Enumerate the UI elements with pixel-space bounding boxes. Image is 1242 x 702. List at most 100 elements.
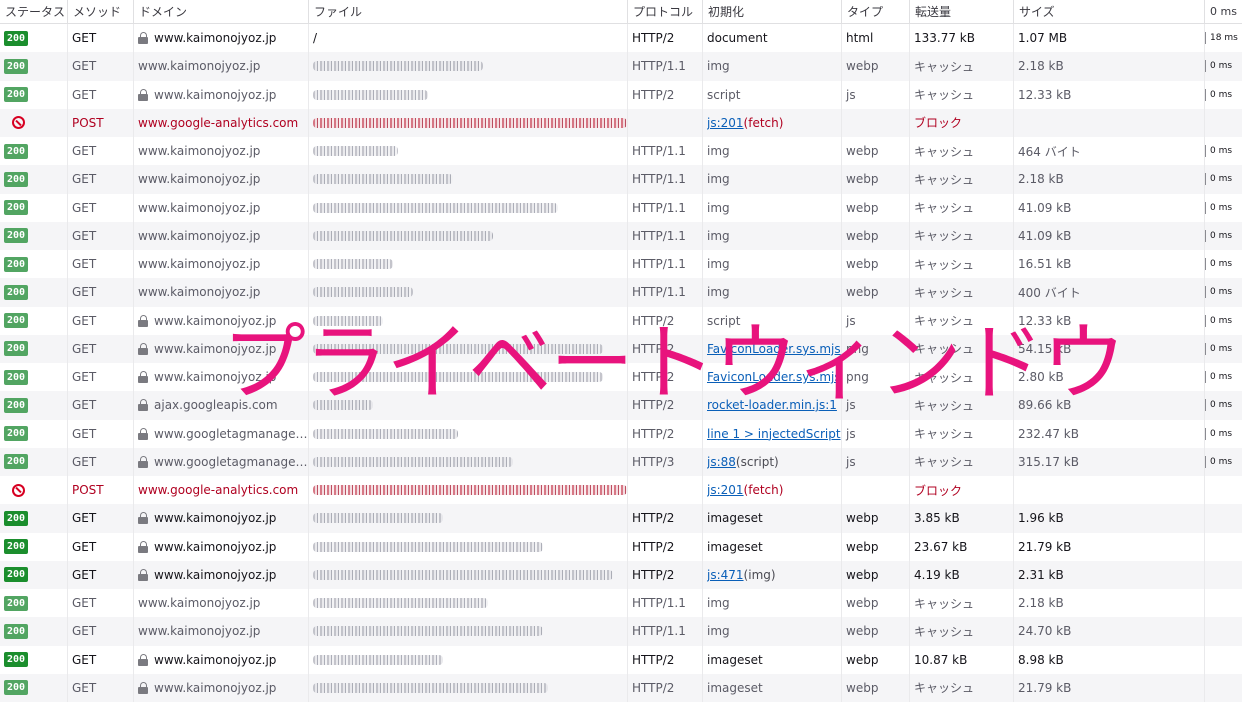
method-cell: GET [67, 532, 133, 561]
redacted-filename [313, 287, 413, 298]
timeline-cell: 0 ms [1204, 52, 1242, 81]
table-row[interactable]: POST www.google-analytics.com js:201 (fetc… [0, 108, 1242, 137]
table-row[interactable]: 200 GET www.kaimonojyoz.jp / HTTP/2 document h… [0, 24, 1242, 53]
table-row[interactable]: 200 GET www.kaimonojyoz.jp HTTP/2 imageset we… [0, 532, 1242, 561]
transferred-cell: キャッシュ [909, 589, 1013, 618]
redacted-filename [313, 541, 543, 552]
table-row[interactable]: 200 GET www.kaimonojyoz.jp HTTP/1.1 img webp キ… [0, 137, 1242, 166]
column-header-file[interactable]: ファイル [308, 0, 627, 23]
initiator-link[interactable]: FaviconLoader.sys.mjs [707, 370, 841, 384]
lock-icon [138, 399, 148, 412]
redacted-filename [313, 654, 443, 665]
method-cell: GET [67, 363, 133, 392]
domain-cell: www.kaimonojyoz.jp [133, 52, 308, 81]
column-header-initiator[interactable]: 初期化 [702, 0, 841, 23]
initiator-link[interactable]: line 1 > injectedScript [707, 427, 841, 441]
status-badge: 200 [4, 539, 29, 555]
file-cell: / [308, 24, 627, 53]
initiator-link[interactable]: js:471 [707, 568, 744, 582]
table-row[interactable]: 200 GET www.kaimonojyoz.jp HTTP/1.1 img webp キ… [0, 617, 1242, 646]
transferred-cell: 3.85 kB [909, 504, 1013, 533]
size-cell: 12.33 kB [1013, 306, 1204, 335]
initiator-cell: rocket-loader.min.js:1 [702, 391, 841, 420]
domain-text: www.kaimonojyoz.jp [138, 59, 261, 74]
timeline-bar [1205, 371, 1206, 384]
file-cell [308, 52, 627, 81]
lock-icon [138, 427, 148, 440]
table-row[interactable]: 200 GET www.kaimonojyoz.jp HTTP/1.1 img webp キ… [0, 52, 1242, 81]
initiator-link[interactable]: FaviconLoader.sys.mjs [707, 342, 841, 356]
column-header-transferred[interactable]: 転送量 [909, 0, 1013, 23]
table-row[interactable]: 200 GET www.kaimonojyoz.jp HTTP/1.1 img webp キ… [0, 165, 1242, 194]
domain-text: www.kaimonojyoz.jp [138, 596, 261, 611]
column-header-type[interactable]: タイプ [841, 0, 909, 23]
status-cell: 200 [0, 589, 67, 617]
type-cell: js [841, 306, 909, 335]
table-row[interactable]: POST www.google-analytics.com js:201 (fetc… [0, 476, 1242, 505]
column-header-status[interactable]: ステータス [0, 0, 67, 23]
status-badge: 200 [4, 30, 29, 46]
table-row[interactable]: 200 GET ajax.googleapis.com HTTP/2 rocket-lo… [0, 391, 1242, 420]
domain-cell: www.kaimonojyoz.jp [133, 589, 308, 618]
redacted-filename [313, 315, 383, 326]
redacted-filename [313, 682, 548, 693]
size-cell: 89.66 kB [1013, 391, 1204, 420]
timeline-cell: 0 ms [1204, 278, 1242, 307]
column-header-timeline[interactable]: 0 ms [1204, 0, 1242, 23]
size-cell: 41.09 kB [1013, 193, 1204, 222]
transferred-cell: キャッシュ [909, 250, 1013, 279]
type-cell: webp [841, 645, 909, 674]
transferred-cell: キャッシュ [909, 221, 1013, 250]
table-row[interactable]: 200 GET www.kaimonojyoz.jp HTTP/1.1 img webp キ… [0, 589, 1242, 618]
table-row[interactable]: 200 GET www.kaimonojyoz.jp HTTP/2 script js キャ… [0, 80, 1242, 109]
table-row[interactable]: 200GETwww.googletagmanager.comHTTP/3js:8… [0, 447, 1242, 476]
timeline-bar [1205, 32, 1206, 45]
redacted-filename [313, 598, 488, 609]
initiator-cell: script [702, 306, 841, 335]
timeline-bar [1205, 88, 1206, 101]
timeline-cell: 0 ms [1204, 419, 1242, 448]
table-row[interactable]: 200 GET www.kaimonojyoz.jp HTTP/2 imageset we… [0, 504, 1242, 533]
timeline-cell: 0 ms [1204, 334, 1242, 363]
size-cell: 24.70 kB [1013, 617, 1204, 646]
table-row[interactable]: 200 GET www.kaimonojyoz.jp HTTP/2 imageset we… [0, 673, 1242, 702]
table-row[interactable]: 200 GET www.kaimonojyoz.jp HTTP/2 js:471 (im… [0, 560, 1242, 589]
file-cell [308, 532, 627, 561]
initiator-link[interactable]: rocket-loader.min.js:1 [707, 398, 837, 412]
status-cell: 200 [0, 391, 67, 419]
file-cell [308, 447, 627, 476]
status-badge: 200 [4, 341, 29, 357]
table-row[interactable]: 200 GET www.kaimonojyoz.jp HTTP/2 imageset we… [0, 645, 1242, 674]
redacted-filename [313, 456, 513, 467]
timeline-cell: 0 ms [1204, 80, 1242, 109]
column-header-method[interactable]: メソッド [67, 0, 133, 23]
initiator-link[interactable]: js:201 [707, 116, 744, 130]
status-cell: 200 [0, 363, 67, 391]
table-row[interactable]: 200 GET www.kaimonojyoz.jp HTTP/2 FaviconLoa… [0, 363, 1242, 392]
table-row[interactable]: 200 GET www.kaimonojyoz.jp HTTP/2 script js キャ… [0, 306, 1242, 335]
table-row[interactable]: 200 GET www.kaimonojyoz.jp HTTP/1.1 img webp キ… [0, 193, 1242, 222]
table-row[interactable]: 200 GET www.kaimonojyoz.jp HTTP/2 FaviconLoa… [0, 334, 1242, 363]
domain-text: www.kaimonojyoz.jp [138, 144, 261, 159]
method-cell: GET [67, 589, 133, 618]
domain-text: www.kaimonojyoz.jp [154, 313, 277, 328]
timeline-bar [1205, 455, 1206, 468]
initiator-cell: js:471 (img) [702, 560, 841, 589]
method-cell: GET [67, 504, 133, 533]
column-header-domain[interactable]: ドメイン [133, 0, 308, 23]
type-cell: png [841, 334, 909, 363]
column-header-size[interactable]: サイズ [1013, 0, 1204, 23]
file-cell [308, 165, 627, 194]
table-row[interactable]: 200 GET www.googletagmanager.com HTTP/2 line… [0, 419, 1242, 448]
protocol-cell: HTTP/1.1 [627, 278, 702, 307]
type-cell: webp [841, 504, 909, 533]
table-row[interactable]: 200 GET www.kaimonojyoz.jp HTTP/1.1 img webp キ… [0, 250, 1242, 279]
initiator-link[interactable]: js:88 [707, 455, 736, 469]
table-row[interactable]: 200 GET www.kaimonojyoz.jp HTTP/1.1 img webp キ… [0, 221, 1242, 250]
initiator-link[interactable]: js:201 [707, 483, 744, 497]
size-cell: 54.15 kB [1013, 334, 1204, 363]
protocol-cell: HTTP/1.1 [627, 137, 702, 166]
blocked-icon [12, 116, 25, 130]
table-row[interactable]: 200 GET www.kaimonojyoz.jp HTTP/1.1 img webp キ… [0, 278, 1242, 307]
column-header-protocol[interactable]: プロトコル [627, 0, 702, 23]
